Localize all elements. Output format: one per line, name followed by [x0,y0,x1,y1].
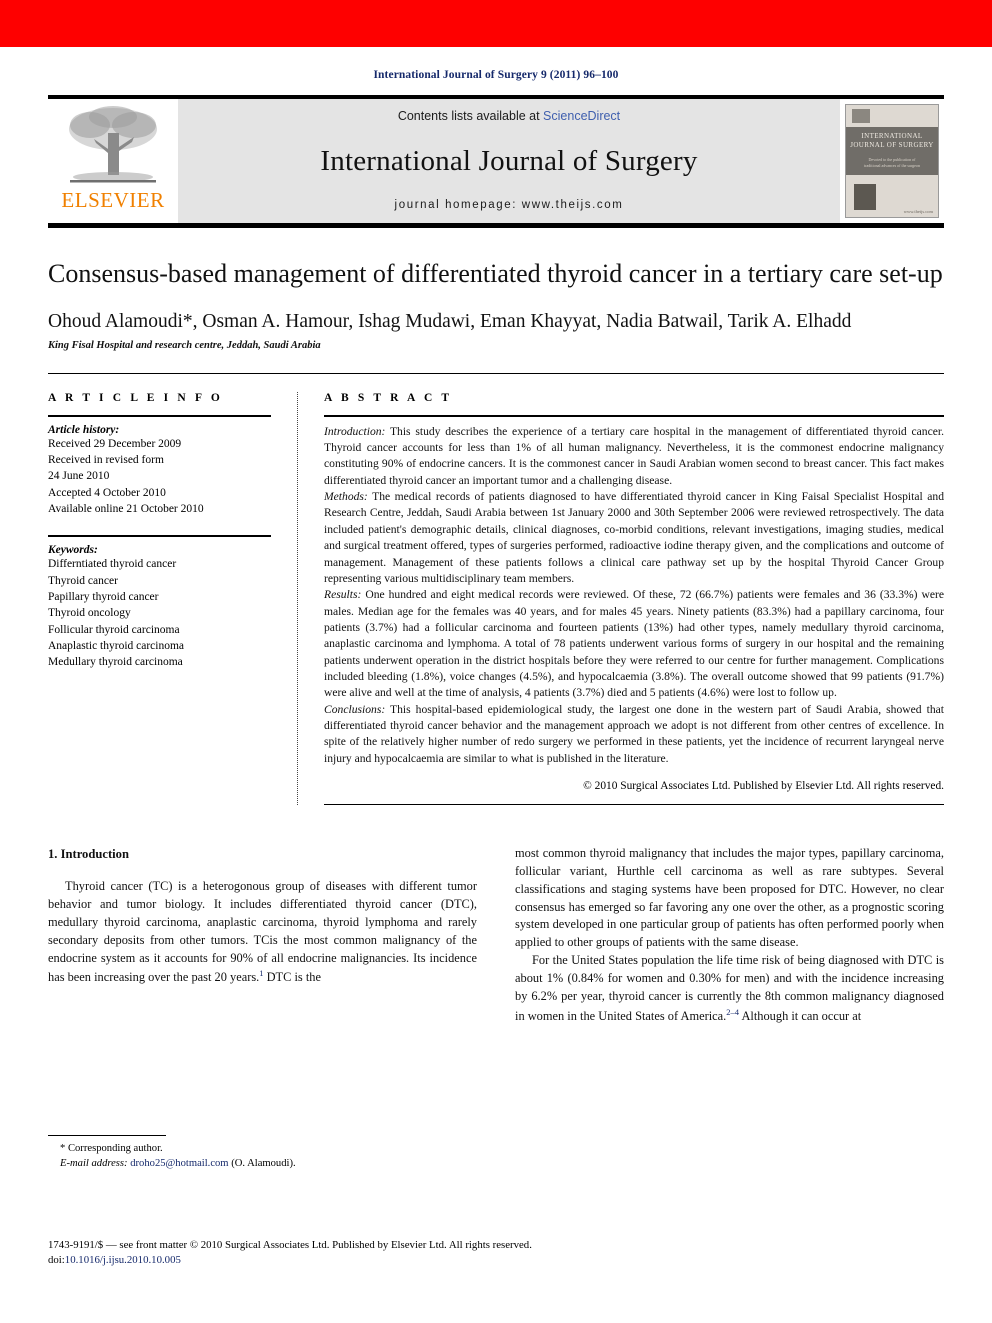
keyword-item: Medullary thyroid carcinoma [48,656,183,669]
corresponding-author-line: * Corresponding author. [60,1143,163,1154]
abstract-body: Introduction: This study describes the e… [324,424,944,767]
page-footer: 1743-9191/$ — see front matter © 2010 Su… [48,1238,948,1268]
doi-label: doi: [48,1254,65,1267]
body-paragraph: most common thyroid malignancy that incl… [515,845,944,950]
author-list: Ohoud Alamoudi*, Osman A. Hamour, Ishag … [48,310,852,332]
cover-url-text: www.theijs.com [903,209,933,214]
abstract-copyright: © 2010 Surgical Associates Ltd. Publishe… [583,779,944,792]
email-suffix: (O. Alamoudi). [228,1158,296,1170]
history-item: Received in revised form [48,454,164,467]
keyword-item: Differntiated thyroid cancer [48,558,177,571]
keyword-item: Thyroid cancer [48,574,118,587]
article-info-rule [48,414,271,417]
top-red-band [0,0,992,47]
body-paragraph-text-tail: Although it can occur at [739,1008,862,1023]
section-heading-introduction: 1. Introduction [48,846,129,861]
history-item: Available online 21 October 2010 [48,503,204,516]
issn-copyright-line: 1743-9191/$ — see front matter © 2010 Su… [48,1239,532,1251]
journal-cover-thumbnail: INTERNATIONAL JOURNAL OF SURGERY Devoted… [840,99,944,223]
abstract-section-label: Results: [324,588,362,602]
abstract-section: Introduction: This study describes the e… [324,424,944,489]
article-history-label: Article history: [48,423,120,436]
keywords-list: Differntiated thyroid cancer Thyroid can… [48,556,271,670]
email-link[interactable]: droho25@hotmail.com [130,1158,228,1169]
article-info-heading: A R T I C L E I N F O [48,391,223,404]
body-paragraph: Thyroid cancer (TC) is a heterogonous gr… [48,878,477,987]
article-history-list: Received 29 December 2009 Received in re… [48,436,271,518]
journal-reference-line: International Journal of Surgery 9 (2011… [373,69,619,81]
abstract-bottom-rule [324,803,944,805]
abstract-heading: A B S T R A C T [324,391,453,404]
abstract-section-label: Conclusions: [324,702,386,716]
keyword-item: Papillary thyroid cancer [48,591,159,604]
doi-link[interactable]: 10.1016/j.ijsu.2010.10.005 [65,1254,181,1266]
abstract-section: Methods: The medical records of patients… [324,489,944,587]
abstract-section-label: Introduction: [324,424,386,438]
article-info-column: A R T I C L E I N F O Article history: R… [48,391,298,805]
body-column-right: most common thyroid malignancy that incl… [515,845,944,1026]
keywords-rule [48,535,271,538]
body-paragraph-text-tail: DTC is the [263,970,321,985]
abstract-section-text: One hundred and eight medical records we… [324,588,944,700]
contents-prefix-text: Contents lists available at [397,109,544,123]
footnote-rule [48,1135,166,1136]
abstract-column: A B S T R A C T Introduction: This study… [298,392,944,805]
abstract-section-label: Methods: [324,490,368,504]
abstract-section: Conclusions: This hospital-based epidemi… [324,702,944,767]
abstract-section-text: The medical records of patients diagnose… [324,490,944,585]
page-title: Consensus-based management of differenti… [48,259,943,288]
abstract-section-text: This hospital-based epidemiological stud… [324,702,944,765]
masthead-center-panel: Contents lists available at ScienceDirec… [178,99,840,223]
info-abstract-row: A R T I C L E I N F O Article history: R… [48,372,944,805]
paper-page: International Journal of Surgery 9 (2011… [0,47,992,1323]
title-block: Consensus-based management of differenti… [48,228,944,351]
journal-masthead: ELSEVIER Contents lists available at Sci… [48,95,944,228]
cover-subtitle-text: Devoted to the publication of traditiona… [846,157,938,168]
corresponding-author-footnote: * Corresponding author. E-mail address: … [48,1135,463,1172]
email-label: E-mail address: [60,1158,128,1170]
keyword-item: Follicular thyroid carcinoma [48,623,180,636]
sciencedirect-link[interactable]: ScienceDirect [543,109,620,123]
email-line: E-mail address: droho25@hotmail.com (O. … [48,1156,463,1171]
cover-title-text: INTERNATIONAL JOURNAL OF SURGERY [846,132,938,151]
keyword-item: Anaplastic thyroid carcinoma [48,640,185,653]
keywords-label: Keywords: [48,544,98,557]
cover-title-line-1: INTERNATIONAL [861,132,923,140]
elsevier-wordmark: ELSEVIER [61,188,165,212]
citation-ref[interactable]: 2–4 [726,1007,739,1017]
abstract-rule [324,414,944,417]
history-item: Received 29 December 2009 [48,437,182,450]
abstract-section: Results: One hundred and eight medical r… [324,587,944,701]
cover-elsevier-mark-icon [852,109,870,123]
journal-homepage-line[interactable]: journal homepage: www.theijs.com [395,199,624,211]
body-column-left: 1. Introduction Thyroid cancer (TC) is a… [48,845,477,1026]
cover-image: INTERNATIONAL JOURNAL OF SURGERY Devoted… [845,104,939,218]
abstract-section-text: This study describes the experience of a… [324,424,944,487]
cover-subtitle-line-2: traditional advances of the surgeon [864,162,920,168]
keyword-item: Thyroid oncology [48,607,131,620]
cover-crest-icon [854,184,876,210]
history-item: 24 June 2010 [48,470,110,483]
affiliation: King Fisal Hospital and research centre,… [48,339,321,351]
doi-line: doi:10.1016/j.ijsu.2010.10.005 [48,1253,948,1268]
history-item: Accepted 4 October 2010 [48,486,166,499]
elsevier-tree-icon [69,106,157,183]
cover-title-line-2: JOURNAL OF SURGERY [850,141,934,150]
article-body: 1. Introduction Thyroid cancer (TC) is a… [48,845,944,1026]
contents-available-line: Contents lists available at ScienceDirec… [398,109,620,123]
journal-title: International Journal of Surgery [320,144,698,177]
elsevier-logo: ELSEVIER [48,99,178,223]
body-paragraph: For the United States population the lif… [515,952,944,1026]
